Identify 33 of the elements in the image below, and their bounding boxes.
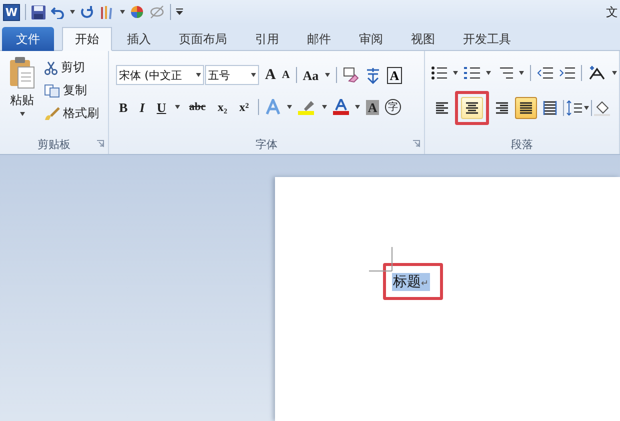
- clipboard-command[interactable]: 复制: [63, 82, 87, 99]
- format-button[interactable]: I: [140, 100, 145, 114]
- app-logo[interactable]: W: [3, 4, 20, 20]
- shrink-font-icon[interactable]: A: [282, 70, 290, 80]
- ribbon-tab[interactable]: 开始: [62, 27, 112, 51]
- format-button[interactable]: x₂: [218, 101, 228, 113]
- format-button[interactable]: x²: [239, 101, 249, 113]
- ribbon-tab[interactable]: 审阅: [346, 27, 396, 51]
- format-button[interactable]: U: [156, 100, 166, 114]
- clipboard-command[interactable]: 剪切: [61, 59, 85, 76]
- paste-label[interactable]: 粘贴: [10, 92, 34, 109]
- change-case-icon[interactable]: Aa: [302, 68, 319, 82]
- group-label: 段落: [511, 136, 533, 152]
- character-shading-icon[interactable]: A: [366, 100, 380, 114]
- ribbon-tab[interactable]: 邮件: [294, 27, 344, 51]
- window-title: 文: [606, 4, 619, 20]
- character-border-icon[interactable]: A: [386, 66, 402, 84]
- ribbon-tab[interactable]: 文件: [2, 27, 54, 51]
- group-label: 字体: [256, 136, 278, 152]
- ribbon-tab[interactable]: 页面布局: [166, 27, 240, 51]
- document-text: 标题↵: [392, 273, 430, 291]
- ribbon-tab[interactable]: 视图: [398, 27, 448, 51]
- group-label: 剪贴板: [38, 136, 70, 152]
- font-name-field[interactable]: 宋体 (中文正: [116, 65, 204, 85]
- ribbon-tab[interactable]: 引用: [242, 27, 292, 51]
- ribbon-tab[interactable]: 开发工具: [450, 27, 524, 51]
- format-button[interactable]: abc: [189, 102, 206, 112]
- enclose-characters-icon[interactable]: 字: [385, 99, 402, 115]
- ribbon-tab[interactable]: 插入: [114, 27, 164, 51]
- font-size-field[interactable]: 五号: [205, 65, 259, 85]
- format-button[interactable]: B: [119, 100, 128, 114]
- grow-font-icon[interactable]: A: [265, 68, 276, 82]
- clipboard-command[interactable]: 格式刷: [63, 105, 99, 122]
